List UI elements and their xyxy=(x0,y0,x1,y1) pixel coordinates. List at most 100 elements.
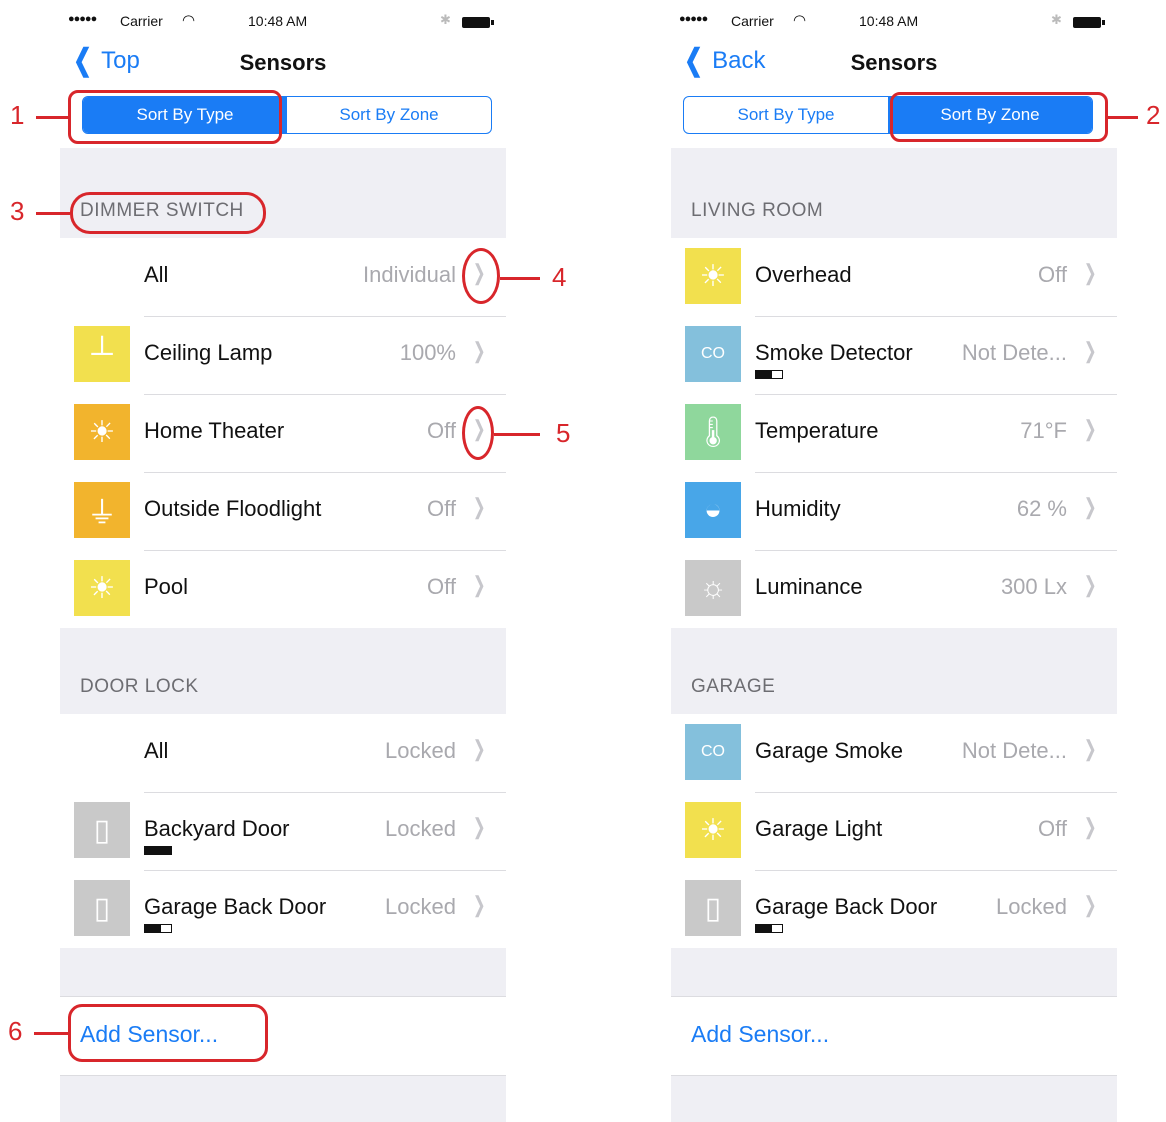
row-value: Off xyxy=(1038,816,1067,841)
battery-level-icon xyxy=(755,370,783,379)
door-lock-group: All Locked ❯ ▯ Backyard Door Locked ❯ ▯ … xyxy=(60,714,506,948)
status-time: 10:48 AM xyxy=(859,13,919,29)
section-header-garage: GARAGE xyxy=(691,676,776,697)
list-item-backyard-door[interactable]: ▯ Backyard Door Locked ❯ xyxy=(60,792,506,870)
smoke-icon: CO xyxy=(685,326,741,382)
row-value: Off xyxy=(427,496,456,521)
row-value: Not Dete... xyxy=(961,738,1067,763)
chevron-right-icon[interactable]: ❯ xyxy=(1083,416,1096,442)
signal-icon: ●●●●● xyxy=(679,13,708,25)
list-item-smoke-detector[interactable]: CO Smoke Detector Not Dete... ❯ xyxy=(671,316,1117,394)
annotation-number-4: 4 xyxy=(552,262,567,292)
row-label: Garage Smoke xyxy=(755,738,903,763)
list-item-all-dimmers[interactable]: All Individual ❯ xyxy=(60,238,506,316)
section-header-door-lock: DOOR LOCK xyxy=(80,676,199,697)
list-item-pool[interactable]: ☀ Pool Off ❯ xyxy=(60,550,506,628)
thermometer-icon: 🌡︎ xyxy=(685,404,741,460)
annotation-line-6 xyxy=(34,1032,68,1035)
bulb-icon: ☀ xyxy=(685,248,741,304)
list-item-luminance[interactable]: ☼ Luminance 300 Lx ❯ xyxy=(671,550,1117,628)
annotation-number-2: 2 xyxy=(1146,100,1161,130)
section-header-living-room: LIVING ROOM xyxy=(691,200,824,221)
chevron-right-icon[interactable]: ❯ xyxy=(472,892,485,918)
row-value: Locked xyxy=(385,738,456,763)
sort-by-zone-segment[interactable]: Sort By Zone xyxy=(287,97,491,133)
droplet-icon: ◒ xyxy=(685,482,741,538)
phone-screen-right: ●●●●● Carrier ◠ 10:48 AM ✱ ❮ Back Sensor… xyxy=(671,8,1117,1122)
door-icon: ▯ xyxy=(685,880,741,936)
annotation-line-1 xyxy=(36,116,68,119)
list-item-overhead[interactable]: ☀ Overhead Off ❯ xyxy=(671,238,1117,316)
chevron-right-icon[interactable]: ❯ xyxy=(1083,260,1096,286)
list-item-garage-smoke[interactable]: CO Garage Smoke Not Dete... ❯ xyxy=(671,714,1117,792)
bulb-icon: ☀ xyxy=(74,404,130,460)
row-label: Garage Back Door xyxy=(144,894,327,919)
annotation-box-1 xyxy=(68,90,282,144)
bluetooth-icon: ✱ xyxy=(1051,12,1062,27)
row-label: Overhead xyxy=(755,262,852,287)
battery-icon xyxy=(1073,17,1105,28)
list-item-home-theater[interactable]: ☀ Home Theater Off ❯ xyxy=(60,394,506,472)
chevron-right-icon[interactable]: ❯ xyxy=(472,814,485,840)
door-icon: ▯ xyxy=(74,802,130,858)
chevron-right-icon[interactable]: ❯ xyxy=(1083,494,1096,520)
chevron-right-icon[interactable]: ❯ xyxy=(1083,572,1096,598)
chevron-right-icon[interactable]: ❯ xyxy=(1083,892,1096,918)
annotation-line-5 xyxy=(494,433,540,436)
row-label: Outside Floodlight xyxy=(144,496,322,521)
living-room-group: ☀ Overhead Off ❯ CO Smoke Detector Not D… xyxy=(671,238,1117,628)
wifi-icon: ◠ xyxy=(793,12,807,29)
carrier-label: Carrier xyxy=(731,13,774,29)
list-item-ceiling-lamp[interactable]: ┴ Ceiling Lamp 100% ❯ xyxy=(60,316,506,394)
chevron-right-icon[interactable]: ❯ xyxy=(472,338,485,364)
annotation-line-3 xyxy=(36,212,70,215)
row-value: Off xyxy=(427,418,456,443)
row-value: Locked xyxy=(996,894,1067,919)
dimmer-switch-group: All Individual ❯ ┴ Ceiling Lamp 100% ❯ ☀… xyxy=(60,238,506,628)
row-label: Temperature xyxy=(755,418,879,443)
annotation-number-5: 5 xyxy=(556,418,571,448)
list-item-temperature[interactable]: 🌡︎ Temperature 71°F ❯ xyxy=(671,394,1117,472)
row-value: 300 Lx xyxy=(1000,574,1067,599)
annotation-line-4 xyxy=(500,277,540,280)
chevron-right-icon[interactable]: ❯ xyxy=(472,572,485,598)
list-item-garage-back-door[interactable]: ▯ Garage Back Door Locked ❯ xyxy=(60,870,506,948)
door-icon: ▯ xyxy=(74,880,130,936)
chevron-right-icon[interactable]: ❯ xyxy=(472,736,485,762)
navigation-bar: ❮ Top Sensors xyxy=(60,36,506,94)
battery-icon xyxy=(462,17,494,28)
row-label: Home Theater xyxy=(144,418,285,443)
list-item-all-locks[interactable]: All Locked ❯ xyxy=(60,714,506,792)
list-item-humidity[interactable]: ◒ Humidity 62 % ❯ xyxy=(671,472,1117,550)
row-label: Ceiling Lamp xyxy=(144,340,273,365)
list-item-garage-back-door[interactable]: ▯ Garage Back Door Locked ❯ xyxy=(671,870,1117,948)
grouped-table: LIVING ROOM ☀ Overhead Off ❯ CO Smoke De… xyxy=(671,148,1117,1122)
page-title: Sensors xyxy=(850,50,938,75)
chevron-right-icon[interactable]: ❯ xyxy=(1083,736,1096,762)
row-value: Locked xyxy=(385,894,456,919)
annotation-number-3: 3 xyxy=(10,196,25,226)
chevron-right-icon[interactable]: ❯ xyxy=(1083,814,1096,840)
list-item-garage-light[interactable]: ☀ Garage Light Off ❯ xyxy=(671,792,1117,870)
status-time: 10:48 AM xyxy=(248,13,308,29)
sun-icon: ☼ xyxy=(685,560,741,616)
carrier-label: Carrier xyxy=(120,13,163,29)
list-item-outside-floodlight[interactable]: ⏚ Outside Floodlight Off ❯ xyxy=(60,472,506,550)
row-label: Luminance xyxy=(755,574,863,599)
annotation-box-2 xyxy=(890,92,1108,142)
sort-by-type-segment[interactable]: Sort By Type xyxy=(684,97,888,133)
chevron-right-icon[interactable]: ❯ xyxy=(1083,338,1096,364)
row-label: Smoke Detector xyxy=(755,340,913,365)
row-label: Garage Back Door xyxy=(755,894,938,919)
add-sensor-row: Add Sensor... xyxy=(671,996,1117,1076)
annotation-line-2 xyxy=(1108,116,1138,119)
bluetooth-icon: ✱ xyxy=(440,12,451,27)
garage-group: CO Garage Smoke Not Dete... ❯ ☀ Garage L… xyxy=(671,714,1117,948)
row-value: Off xyxy=(427,574,456,599)
battery-level-icon xyxy=(755,924,783,933)
add-sensor-button[interactable]: Add Sensor... xyxy=(691,1021,829,1048)
row-label: Humidity xyxy=(755,496,841,521)
chevron-right-icon[interactable]: ❯ xyxy=(472,494,485,520)
row-label: Garage Light xyxy=(755,816,883,841)
battery-level-icon xyxy=(144,924,172,933)
